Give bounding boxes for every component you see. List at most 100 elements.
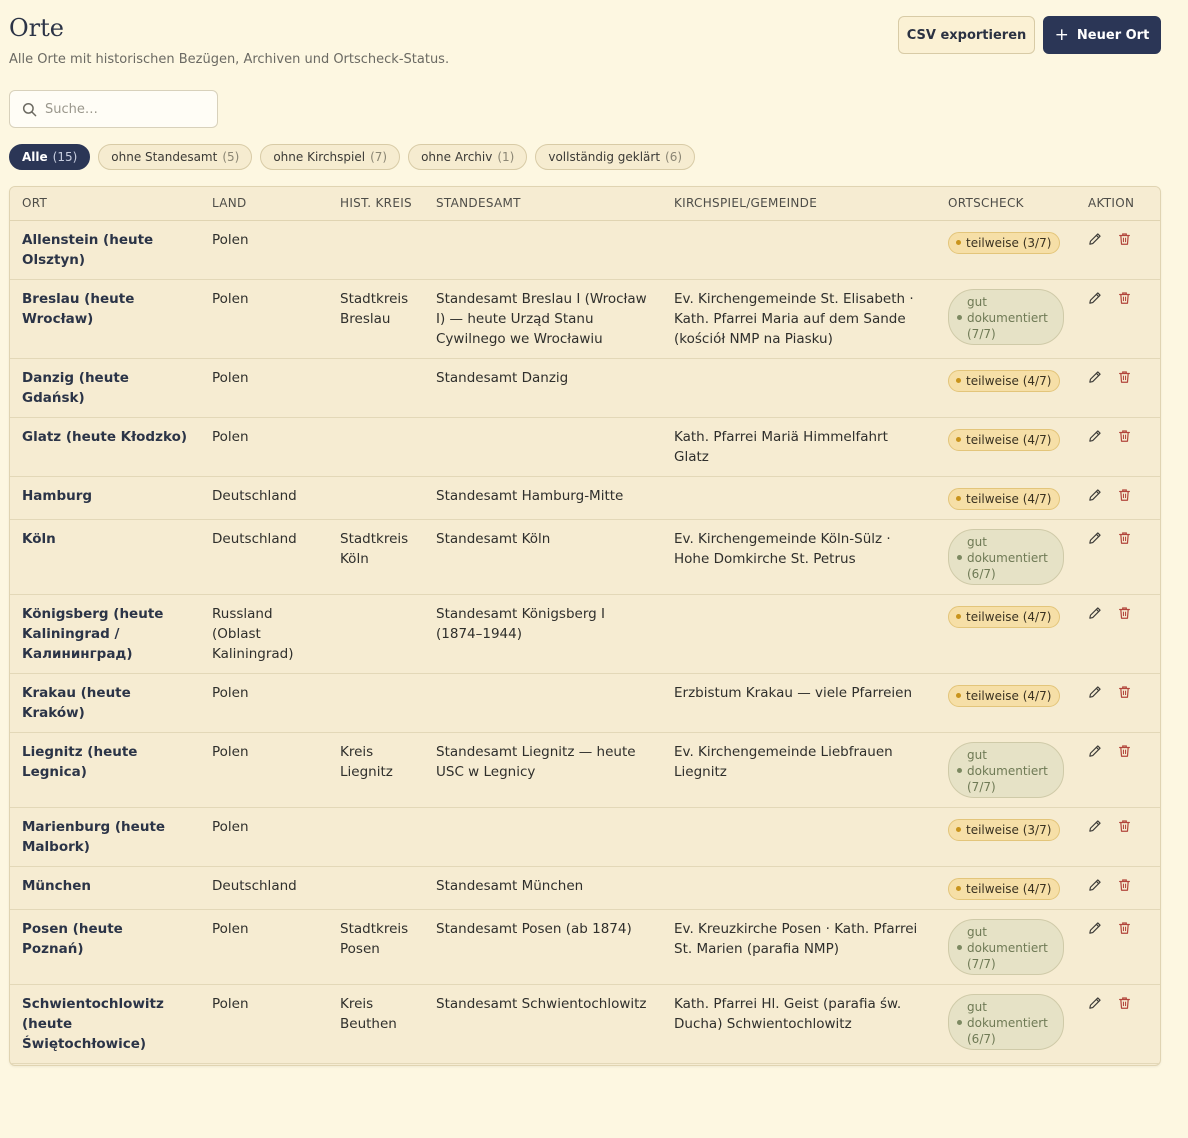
- delete-trash-icon[interactable]: [1118, 685, 1132, 701]
- filter-chip[interactable]: ohne Archiv (1): [408, 144, 528, 170]
- table-row[interactable]: Krakau (heute Kraków) Polen Erzbistum Krak…: [10, 673, 1160, 733]
- csv-export-button[interactable]: CSV exportieren: [898, 16, 1035, 54]
- cell-kirchspiel: Ev. Kirchengemeinde St. Jakobi Stettin: [662, 1063, 936, 1065]
- status-badge-label: teilweise (3/7): [966, 822, 1052, 837]
- cell-ort[interactable]: München: [10, 866, 200, 910]
- status-dot-icon: [956, 827, 961, 832]
- cell-aktion: [1076, 519, 1160, 595]
- table-row[interactable]: Allenstein (heute Olsztyn) Polen teilweise…: [10, 220, 1160, 280]
- table-row[interactable]: München Deutschland Standesamt München teil…: [10, 866, 1160, 910]
- cell-ort[interactable]: Glatz (heute Kłodzko): [10, 417, 200, 477]
- cell-kirchspiel: Ev. Kreuzkirche Posen · Kath. Pfarrei St…: [662, 909, 936, 985]
- cell-standesamt: Standesamt Stettin: [424, 1063, 662, 1065]
- row-actions: [1088, 427, 1150, 445]
- table-row[interactable]: Stettin (heute Szczecin)PolenStadtkreis …: [10, 1063, 1160, 1065]
- delete-trash-icon[interactable]: [1118, 531, 1132, 547]
- edit-pencil-icon[interactable]: [1088, 370, 1102, 386]
- table-row[interactable]: Posen (heute Poznań) Polen Stadtkreis Pose…: [10, 909, 1160, 985]
- edit-pencil-icon[interactable]: [1088, 488, 1102, 504]
- cell-ort[interactable]: Hamburg: [10, 476, 200, 520]
- cell-ort[interactable]: Posen (heute Poznań): [10, 909, 200, 985]
- edit-pencil-icon[interactable]: [1088, 291, 1102, 307]
- cell-ort[interactable]: Liegnitz (heute Legnica): [10, 732, 200, 808]
- delete-trash-icon[interactable]: [1118, 819, 1132, 835]
- edit-pencil-icon[interactable]: [1088, 996, 1102, 1012]
- cell-kirchspiel: Kath. Pfarrei Mariä Himmelfahrt Glatz: [662, 417, 936, 477]
- filter-chip[interactable]: vollständig geklärt (6): [535, 144, 696, 170]
- cell-standesamt: Standesamt Köln: [424, 519, 662, 595]
- cell-kirchspiel: [662, 220, 936, 280]
- search-input[interactable]: [45, 101, 205, 117]
- edit-pencil-icon[interactable]: [1088, 429, 1102, 445]
- cell-aktion: [1076, 984, 1160, 1064]
- delete-trash-icon[interactable]: [1118, 744, 1132, 760]
- table-row[interactable]: Köln Deutschland Stadtkreis Köln Standesamt…: [10, 519, 1160, 595]
- edit-pencil-icon[interactable]: [1088, 232, 1102, 248]
- filter-chip[interactable]: ohne Standesamt (5): [98, 144, 253, 170]
- cell-kirchspiel: [662, 594, 936, 674]
- delete-trash-icon[interactable]: [1118, 996, 1132, 1012]
- delete-trash-icon[interactable]: [1118, 606, 1132, 622]
- edit-pencil-icon[interactable]: [1088, 744, 1102, 760]
- cell-kreis: [328, 673, 424, 733]
- edit-pencil-icon[interactable]: [1088, 606, 1102, 622]
- delete-trash-icon[interactable]: [1118, 921, 1132, 937]
- cell-ort[interactable]: Königsberg (heute Kaliningrad / Калининг…: [10, 594, 200, 674]
- status-badge: gut dokumentiert (7/7): [948, 741, 1064, 798]
- cell-kreis: [328, 866, 424, 910]
- col-header-standesamt[interactable]: STANDESAMT: [424, 187, 662, 221]
- delete-trash-icon[interactable]: [1118, 370, 1132, 386]
- new-place-button[interactable]: + Neuer Ort: [1043, 16, 1161, 54]
- status-badge-label: teilweise (3/7): [966, 235, 1052, 250]
- cell-land: Polen: [200, 220, 328, 280]
- filter-chip[interactable]: ohne Kirchspiel (7): [260, 144, 401, 170]
- table-row[interactable]: Liegnitz (heute Legnica) Polen Kreis Liegn…: [10, 732, 1160, 808]
- filter-chip[interactable]: Alle (15): [9, 144, 91, 170]
- delete-trash-icon[interactable]: [1118, 429, 1132, 445]
- col-header-ort[interactable]: ORT: [10, 187, 200, 221]
- cell-standesamt: Standesamt Schwientochlowitz: [424, 984, 662, 1064]
- edit-pencil-icon[interactable]: [1088, 921, 1102, 937]
- table-row[interactable]: Marienburg (heute Malbork) Polen teilweise…: [10, 807, 1160, 867]
- cell-ort[interactable]: Schwientochlowitz (heute Świętochłowice): [10, 984, 200, 1064]
- delete-trash-icon[interactable]: [1118, 878, 1132, 894]
- cell-ort[interactable]: Köln: [10, 519, 200, 595]
- cell-ort[interactable]: Breslau (heute Wrocław): [10, 279, 200, 359]
- cell-kirchspiel: [662, 866, 936, 910]
- status-dot-icon: [956, 240, 961, 245]
- edit-pencil-icon[interactable]: [1088, 685, 1102, 701]
- cell-kirchspiel: Ev. Kirchengemeinde Köln-Sülz · Hohe Dom…: [662, 519, 936, 595]
- row-actions: [1088, 604, 1150, 622]
- edit-pencil-icon[interactable]: [1088, 878, 1102, 894]
- filter-chip-label: vollständig geklärt: [548, 150, 661, 164]
- filter-chip-count: (7): [370, 150, 388, 164]
- delete-trash-icon[interactable]: [1118, 488, 1132, 504]
- cell-ort[interactable]: Krakau (heute Kraków): [10, 673, 200, 733]
- col-header-kreis[interactable]: HIST. KREIS: [328, 187, 424, 221]
- table-row[interactable]: Glatz (heute Kłodzko) Polen Kath. Pfarrei …: [10, 417, 1160, 477]
- edit-pencil-icon[interactable]: [1088, 819, 1102, 835]
- status-badge-label: gut dokumentiert (7/7): [967, 747, 1048, 794]
- cell-ort[interactable]: Allenstein (heute Olsztyn): [10, 220, 200, 280]
- col-header-land[interactable]: LAND: [200, 187, 328, 221]
- cell-land: Polen: [200, 673, 328, 733]
- filter-chip-count: (6): [665, 150, 683, 164]
- cell-aktion: [1076, 909, 1160, 985]
- table-row[interactable]: Breslau (heute Wrocław) Polen Stadtkreis B…: [10, 279, 1160, 359]
- search-box[interactable]: [9, 90, 218, 128]
- edit-pencil-icon[interactable]: [1088, 531, 1102, 547]
- table-row[interactable]: Hamburg Deutschland Standesamt Hamburg-Mit…: [10, 476, 1160, 520]
- new-place-label: Neuer Ort: [1076, 27, 1150, 43]
- table-row[interactable]: Königsberg (heute Kaliningrad / Калининг…: [10, 594, 1160, 674]
- cell-ort[interactable]: Danzig (heute Gdańsk): [10, 358, 200, 418]
- col-header-ortscheck[interactable]: ORTSCHECK: [936, 187, 1076, 221]
- status-badge: teilweise (4/7): [948, 369, 1061, 392]
- cell-ort[interactable]: Stettin (heute Szczecin): [10, 1063, 200, 1065]
- delete-trash-icon[interactable]: [1118, 291, 1132, 307]
- cell-kreis: [328, 417, 424, 477]
- cell-ort[interactable]: Marienburg (heute Malbork): [10, 807, 200, 867]
- delete-trash-icon[interactable]: [1118, 232, 1132, 248]
- table-row[interactable]: Danzig (heute Gdańsk) Polen Standesamt Dan…: [10, 358, 1160, 418]
- col-header-kirchspiel[interactable]: KIRCHSPIEL/GEMEINDE: [662, 187, 936, 221]
- table-row[interactable]: Schwientochlowitz (heute Świętochłowice)…: [10, 984, 1160, 1064]
